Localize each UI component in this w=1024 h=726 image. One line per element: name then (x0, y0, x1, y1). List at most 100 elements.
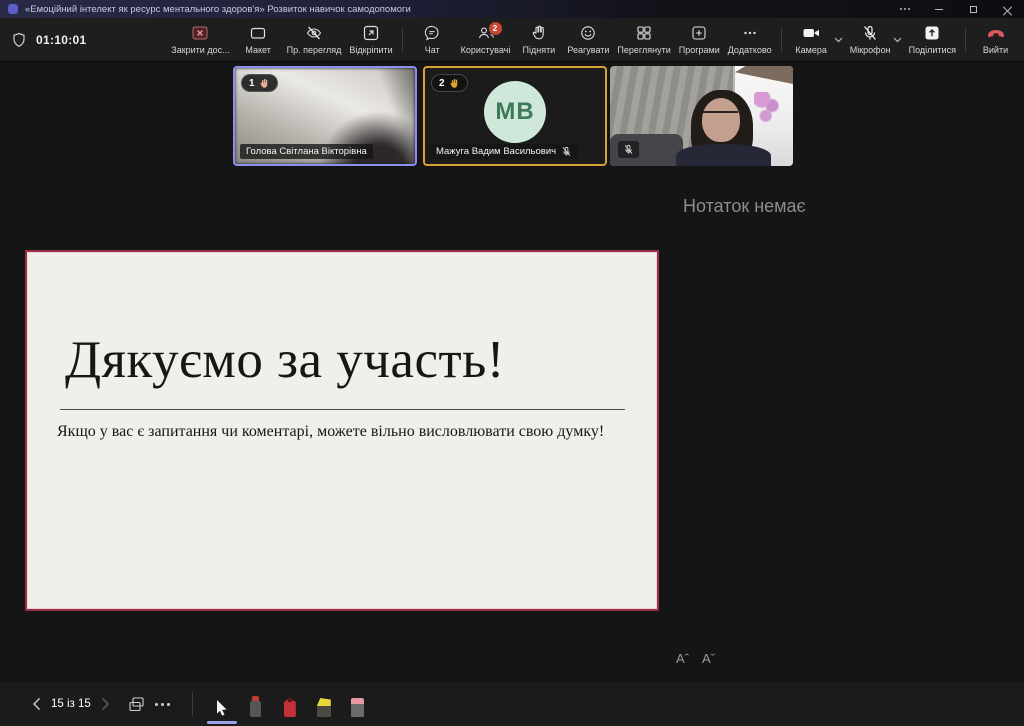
laser-pointer-tool[interactable] (243, 691, 269, 717)
layout-button[interactable]: Макет (234, 18, 283, 61)
notes-empty-text: Нотаток немає (683, 196, 806, 217)
slides-overview-icon (128, 696, 145, 713)
unpin-icon (362, 24, 380, 42)
window-more-button[interactable] (888, 0, 922, 18)
chevron-right-icon (101, 697, 110, 711)
participant-tile-2[interactable]: МВ 2 Мажуга Вадим Васильович (423, 66, 607, 166)
unpin-button[interactable]: Відкріпити (345, 18, 396, 61)
minimize-icon (935, 9, 943, 10)
participant-1-name-label: Голова Світлана Вікторівна (240, 144, 373, 159)
leave-button[interactable]: Вийти (971, 18, 1020, 61)
meeting-timer-group: 01:10:01 (11, 31, 86, 49)
window-controls (888, 0, 1024, 18)
toolbar-divider (402, 27, 403, 53)
laser-pointer-icon (250, 701, 261, 717)
chat-button[interactable]: Чат (408, 18, 457, 61)
toolbar-divider (781, 27, 782, 53)
raise-hand-icon (530, 24, 548, 42)
teams-meeting-window: «Емоційний інтелект як ресурс ментальног… (0, 0, 1024, 726)
presenter-view-button[interactable]: Пр. перегляд (283, 18, 346, 61)
raised-hand-icon (259, 78, 270, 89)
toolbar-divider (965, 27, 966, 53)
slide-divider-line (60, 409, 625, 410)
apps-button[interactable]: Програми (675, 18, 724, 61)
raised-hand-icon (449, 78, 460, 89)
raised-hand-badge-2: 2 (431, 74, 468, 92)
smiley-icon (579, 24, 597, 42)
chevron-left-icon (32, 697, 41, 711)
previous-slide-button[interactable] (32, 697, 41, 711)
camera-button[interactable]: Камера (787, 18, 836, 61)
participant-2-avatar: МВ (484, 81, 546, 143)
cursor-arrow-icon (214, 699, 230, 717)
ellipsis-icon (741, 24, 759, 42)
slide-grid-button[interactable] (128, 696, 145, 713)
participant-tile-3[interactable] (610, 66, 793, 166)
participant-2-name-label: Мажуга Вадим Васильович (430, 144, 578, 159)
mic-muted-icon (861, 24, 879, 42)
hang-up-icon (986, 24, 1006, 42)
participant-tile-1[interactable]: 1 Голова Світлана Вікторівна (233, 66, 417, 166)
participant-3-mic-status (618, 141, 639, 158)
slide-page-indicator: 15 із 15 (51, 698, 91, 710)
meeting-stage: 1 Голова Світлана Вікторівна МВ 2 Мажуга… (0, 62, 1024, 682)
meeting-toolbar: 01:10:01 Закрити дос... Макет Пр. перегл (0, 18, 1024, 62)
font-decrease-button[interactable]: Aˇ (702, 651, 715, 666)
eye-slash-icon (305, 24, 323, 42)
participants-count-badge: 2 (489, 22, 502, 35)
close-icon (1003, 5, 1012, 14)
next-slide-button[interactable] (101, 697, 110, 711)
bottombar-divider (192, 692, 193, 716)
more-options-button[interactable]: Додатково (724, 18, 776, 61)
camera-icon (802, 24, 821, 42)
toolbar-buttons: Закрити дос... Макет Пр. перегляд Відкрі… (167, 18, 1024, 61)
window-title: «Емоційний інтелект як ресурс ментальног… (25, 4, 411, 15)
eraser-tool[interactable] (345, 691, 371, 717)
red-pen-icon (284, 697, 296, 717)
participant-3-face (702, 98, 740, 142)
eraser-icon (351, 704, 364, 717)
shield-icon (11, 31, 27, 49)
slide-subtitle: Якщо у вас є запитання чи коментарі, мож… (57, 423, 604, 441)
react-button[interactable]: Реагувати (563, 18, 613, 61)
window-titlebar: «Емоційний інтелект як ресурс ментальног… (0, 0, 1024, 18)
notes-font-controls: Aˆ Aˇ (676, 651, 715, 666)
more-tools-button[interactable] (145, 703, 180, 706)
raised-hand-badge-1: 1 (241, 74, 278, 92)
highlighter-tool[interactable] (311, 691, 337, 717)
mic-off-icon (561, 146, 572, 157)
chat-icon (423, 24, 441, 42)
pen-tool[interactable] (277, 691, 303, 717)
participant-3-shoulders (676, 144, 771, 166)
layout-icon (249, 24, 267, 42)
more-dots-icon (900, 8, 910, 10)
highlighter-icon (317, 706, 331, 717)
participants-button[interactable]: 2 Користувачі (457, 18, 515, 61)
ellipsis-icon (155, 703, 170, 706)
raise-hand-button[interactable]: Підняти (514, 18, 563, 61)
maximize-button[interactable] (956, 0, 990, 18)
meeting-timer: 01:10:01 (36, 33, 86, 47)
close-button[interactable] (990, 0, 1024, 18)
hand-order-number: 1 (249, 78, 255, 89)
apps-plus-icon (690, 24, 708, 42)
slide-title: Дякуємо за участь! (65, 330, 505, 390)
font-increase-button[interactable]: Aˆ (676, 651, 689, 666)
presentation-controls-bar: 15 із 15 (0, 682, 1024, 726)
microphone-button[interactable]: Мікрофон (846, 18, 895, 61)
share-screen-icon (923, 24, 941, 42)
stop-sharing-icon (191, 24, 209, 42)
maximize-icon (970, 6, 977, 13)
mic-off-icon (623, 144, 634, 155)
orchid-flower (754, 92, 780, 126)
view-button[interactable]: Переглянути (613, 18, 674, 61)
grid-icon (635, 24, 653, 42)
glasses (703, 111, 738, 118)
pointer-tool[interactable] (209, 691, 235, 717)
stop-sharing-button[interactable]: Закрити дос... (167, 18, 233, 61)
share-button[interactable]: Поділитися (905, 18, 960, 61)
minimize-button[interactable] (922, 0, 956, 18)
hand-order-number: 2 (439, 78, 445, 89)
presentation-slide: Дякуємо за участь! Якщо у вас є запитанн… (25, 250, 659, 611)
app-icon (8, 4, 18, 14)
